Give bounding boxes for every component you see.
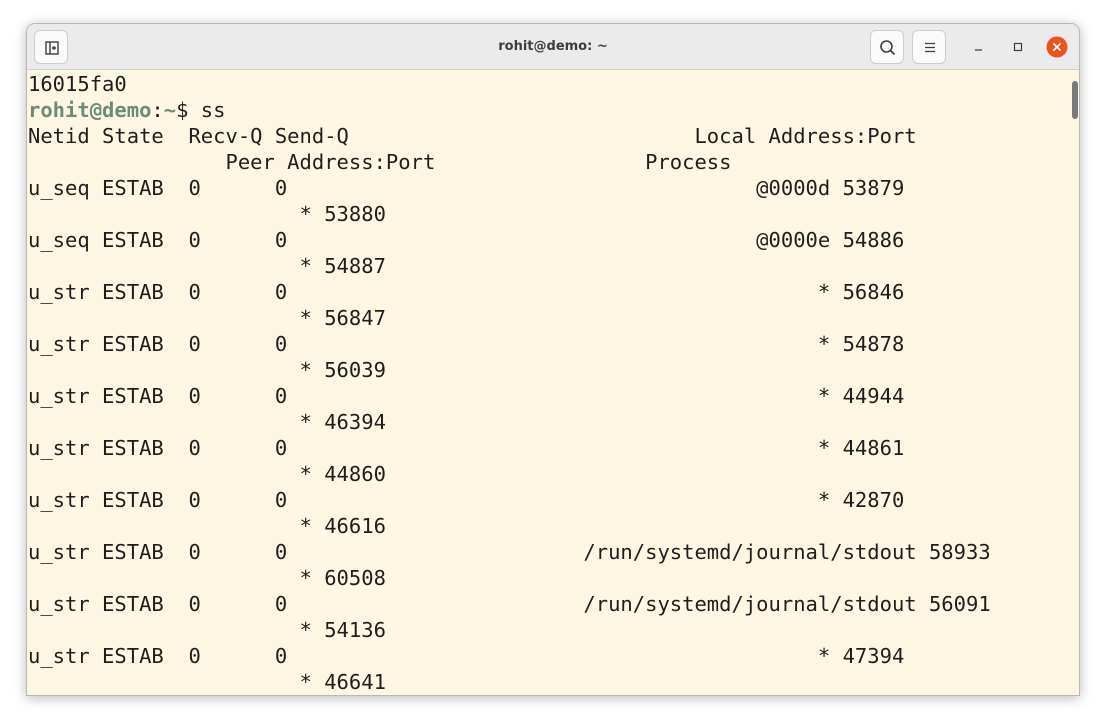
command-output: Netid State Recv-Q Send-Q Local Address:…	[27, 123, 1067, 695]
output-line: u_str ESTAB 0 0 * 47394	[28, 644, 905, 668]
close-icon	[1046, 36, 1068, 58]
new-tab-button[interactable]	[34, 30, 68, 64]
output-line: * 44860	[28, 462, 386, 486]
command-text: ss	[200, 98, 226, 122]
prompt-user-host: rohit@demo	[28, 98, 152, 122]
close-button[interactable]	[1045, 35, 1069, 59]
search-icon	[880, 40, 896, 56]
output-line: * 46394	[28, 410, 386, 434]
new-tab-icon	[45, 41, 59, 55]
search-button[interactable]	[870, 30, 904, 64]
output-line: u_str ESTAB 0 0 * 44861	[28, 436, 905, 460]
output-line: * 46616	[28, 514, 386, 538]
output-line: u_str ESTAB 0 0 /run/systemd/journal/std…	[28, 592, 991, 616]
output-header-line: Netid State Recv-Q Send-Q Local Address:…	[28, 124, 917, 148]
output-line: * 56847	[28, 306, 386, 330]
menu-button[interactable]	[912, 30, 946, 64]
output-line: * 46641	[28, 670, 386, 694]
prompt-separator: :	[151, 98, 164, 122]
output-line: * 53880	[28, 202, 386, 226]
hamburger-menu-icon	[925, 42, 935, 53]
output-line: u_str ESTAB 0 0 * 56846	[28, 280, 905, 304]
maximize-button[interactable]	[1006, 35, 1030, 59]
output-line: * 56039	[28, 358, 386, 382]
output-line: u_seq ESTAB 0 0 @0000e 54886	[28, 228, 905, 252]
output-line: u_str ESTAB 0 0 * 42870	[28, 488, 905, 512]
output-line: u_str ESTAB 0 0 * 54878	[28, 332, 905, 356]
scrollbar[interactable]	[1069, 71, 1079, 695]
minimize-icon	[975, 49, 982, 51]
command-prompt-line: rohit@demo:~$ ss	[27, 97, 1067, 123]
title-bar[interactable]: rohit@demo: ~	[27, 24, 1079, 70]
output-line: * 54887	[28, 254, 386, 278]
output-line: u_str ESTAB 0 0 /run/systemd/journal/std…	[28, 540, 991, 564]
scrollbar-thumb[interactable]	[1072, 81, 1078, 119]
minimize-button[interactable]	[967, 35, 991, 59]
terminal-output[interactable]: 16015fa0 rohit@demo:~$ ss Netid State Re…	[27, 71, 1067, 695]
prompt-symbol: $	[176, 98, 201, 122]
prompt-path: ~	[163, 98, 177, 122]
output-line: * 54136	[28, 618, 386, 642]
output-line: u_seq ESTAB 0 0 @0000d 53879	[28, 176, 905, 200]
output-header-line: Peer Address:Port Process	[28, 150, 732, 174]
output-line: u_str ESTAB 0 0 * 44944	[28, 384, 905, 408]
terminal-window: rohit@demo: ~ 16015fa0 rohit@demo:~$ ss …	[26, 23, 1080, 696]
previous-output-line: 16015fa0	[28, 72, 127, 96]
output-line: * 60508	[28, 566, 386, 590]
maximize-icon	[1013, 42, 1023, 52]
